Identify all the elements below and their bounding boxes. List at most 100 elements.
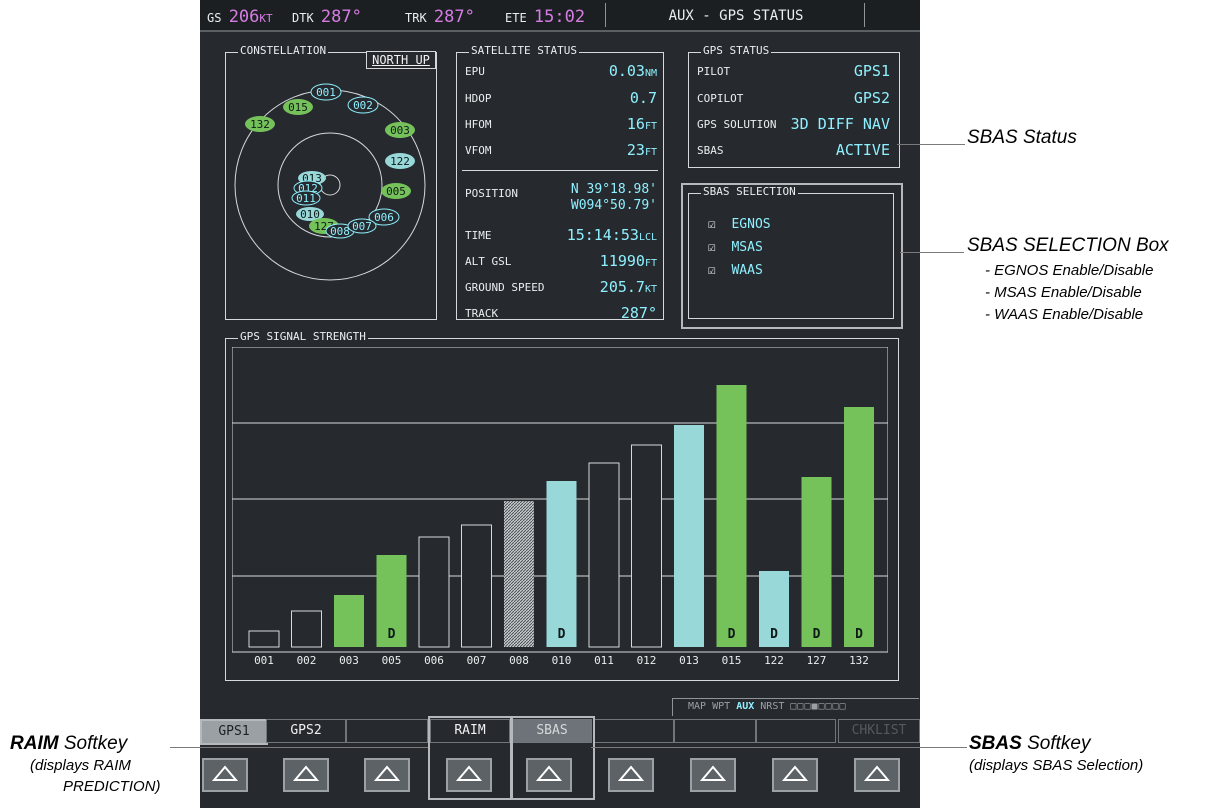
signal-bar xyxy=(674,425,704,647)
diff-correction-label: D xyxy=(387,627,396,642)
signal-bar xyxy=(418,536,450,648)
sat-marker: 011 xyxy=(291,190,321,206)
bezel-softkey-button[interactable] xyxy=(446,758,492,792)
bar-label: 127 xyxy=(806,654,827,667)
signal-bar xyxy=(461,524,492,648)
diff-correction-label: D xyxy=(855,627,863,642)
sat-marker: 005 xyxy=(381,183,411,199)
epu-value: 0.03NM xyxy=(608,62,657,80)
bar-label: 008 xyxy=(509,654,529,667)
gps-solution-value: 3D DIFF NAV xyxy=(790,115,890,133)
north-up-label[interactable]: NORTH UP xyxy=(366,51,436,69)
gps-solution-label: GPS SOLUTION xyxy=(697,118,777,131)
signal-strength-title: GPS SIGNAL STRENGTH xyxy=(238,330,368,343)
svg-text:132: 132 xyxy=(250,118,270,131)
waas-option[interactable]: ☑ WAAS xyxy=(708,263,763,278)
svg-text:001: 001 xyxy=(316,86,336,99)
topbar-divider xyxy=(864,3,865,27)
signal-bar xyxy=(716,385,747,647)
bezel-softkey-button[interactable] xyxy=(283,758,329,792)
constellation-title: CONSTELLATION xyxy=(238,44,329,57)
sbas-selection-box: SBAS SELECTION xyxy=(688,185,894,319)
triangle-up-icon xyxy=(782,765,808,781)
triangle-up-icon xyxy=(212,765,238,781)
hfom-label: HFOM xyxy=(465,118,492,131)
constellation-plot: 001 002 015 132 003 122 013 012 011 005 … xyxy=(234,83,426,281)
svg-text:122: 122 xyxy=(390,155,410,168)
sat-marker: 015 xyxy=(283,99,313,115)
ete-field: ETE 15:02 xyxy=(505,7,586,27)
bezel-softkey-button[interactable] xyxy=(772,758,818,792)
bezel-softkey-button[interactable] xyxy=(526,758,572,792)
page-title: AUX - GPS STATUS xyxy=(668,8,804,24)
pilot-label: PILOT xyxy=(697,65,731,78)
trk-field: TRK 287° xyxy=(405,7,475,27)
track-label: TRACK xyxy=(465,307,499,320)
bezel-softkey-button[interactable] xyxy=(608,758,654,792)
triangle-up-icon xyxy=(864,765,890,781)
msas-option[interactable]: ☑ MSAS xyxy=(708,240,763,255)
softkey-gps2[interactable]: GPS2 xyxy=(266,719,346,743)
diff-correction-label: D xyxy=(727,627,736,642)
sbas-box-annotation-line: - MSAS Enable/Disable xyxy=(985,284,1142,301)
alt-gsl-value: 11990FT xyxy=(599,252,657,270)
signal-bar xyxy=(801,477,832,647)
sat-marker: 122 xyxy=(385,153,415,169)
signal-bar xyxy=(504,501,534,647)
raim-annotation-desc: PREDICTION) xyxy=(63,778,161,795)
sbas-box-leader xyxy=(900,252,964,253)
copilot-label: COPILOT xyxy=(697,92,744,105)
sat-marker: 002 xyxy=(347,96,379,114)
bezel-softkey-button[interactable] xyxy=(364,758,410,792)
checkbox-icon[interactable]: ☑ xyxy=(708,263,716,278)
bar-label: 122 xyxy=(764,654,784,667)
signal-bar xyxy=(631,444,662,648)
pilot-value: GPS1 xyxy=(853,62,890,80)
bezel-softkey-button[interactable] xyxy=(690,758,736,792)
softkey-gps1[interactable]: GPS1 xyxy=(200,719,268,745)
svg-text:011: 011 xyxy=(296,192,316,205)
diff-correction-label: D xyxy=(557,627,566,642)
svg-text:008: 008 xyxy=(330,225,350,238)
status-divider xyxy=(462,170,658,171)
bezel-softkey-button[interactable] xyxy=(854,758,900,792)
diff-correction-label: D xyxy=(770,627,778,642)
page-group-indicator: MAP WPT AUX NRST □□□■□□□□ xyxy=(688,701,847,712)
sbas-annotation-desc: (displays SBAS Selection) xyxy=(969,757,1144,774)
track-value: 287° xyxy=(620,304,657,322)
sat-marker: 132 xyxy=(245,116,275,132)
softkey-chklist[interactable]: CHKLIST xyxy=(838,719,920,743)
checkbox-icon[interactable]: ☑ xyxy=(708,217,716,232)
triangle-up-icon xyxy=(536,765,562,781)
time-label: TIME xyxy=(465,229,492,242)
triangle-up-icon xyxy=(374,765,400,781)
signal-bar xyxy=(844,407,874,647)
satellite-status-title: SATELLITE STATUS xyxy=(469,44,579,57)
svg-text:002: 002 xyxy=(353,99,373,112)
sbas-status-value: ACTIVE xyxy=(835,141,890,159)
softkey-blank[interactable] xyxy=(594,719,674,743)
diff-correction-label: D xyxy=(812,627,821,642)
hfom-value: 16FT xyxy=(626,115,657,133)
signal-strength-chart xyxy=(232,347,888,653)
sbas-box-annotation-line: - EGNOS Enable/Disable xyxy=(985,262,1154,279)
raim-annotation: RAIM Softkey xyxy=(10,733,128,754)
vfom-value: 23FT xyxy=(626,141,657,159)
bezel-softkey-button[interactable] xyxy=(202,758,248,792)
alt-gsl-label: ALT GSL xyxy=(465,255,512,268)
sbas-label: SBAS xyxy=(697,144,724,157)
sbas-box-annotation-line: - WAAS Enable/Disable xyxy=(985,306,1144,323)
softkey-blank[interactable] xyxy=(674,719,756,743)
triangle-up-icon xyxy=(700,765,726,781)
sat-marker: 007 xyxy=(347,218,377,234)
bar-label: 010 xyxy=(551,654,572,667)
sbas-selection-title: SBAS SELECTION xyxy=(701,185,798,198)
softkey-blank[interactable] xyxy=(756,719,836,743)
checkbox-icon[interactable]: ☑ xyxy=(708,240,716,255)
egnos-option[interactable]: ☑ EGNOS xyxy=(708,217,771,232)
signal-bar xyxy=(334,595,364,647)
softkey-blank[interactable] xyxy=(346,719,428,743)
bar-label: 005 xyxy=(381,654,402,667)
sbas-status-leader xyxy=(897,144,965,145)
sat-marker: 001 xyxy=(310,83,342,101)
